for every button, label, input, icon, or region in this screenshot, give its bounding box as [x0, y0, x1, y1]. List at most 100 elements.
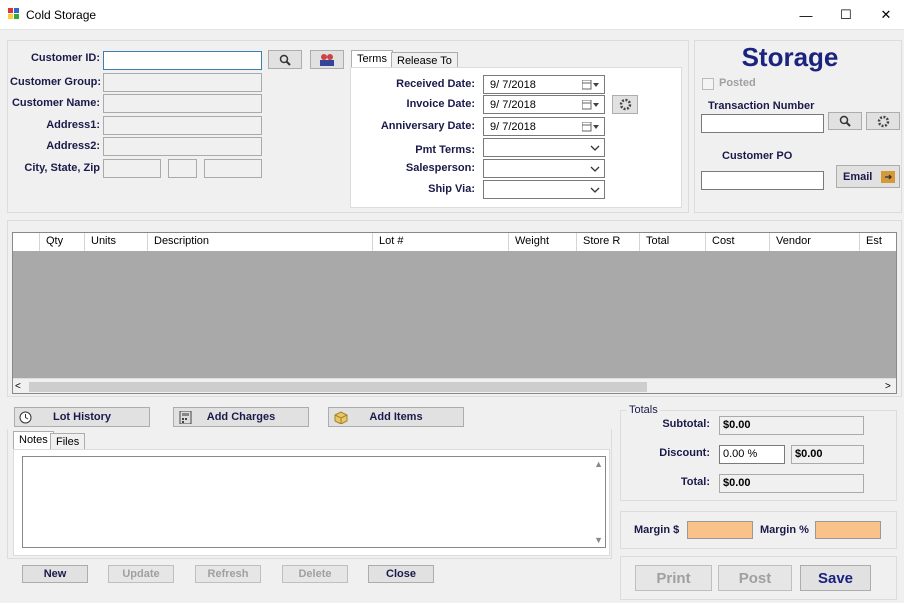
subtotal-label: Subtotal:	[662, 418, 710, 430]
customer-name-field[interactable]	[103, 94, 262, 113]
address1-field[interactable]	[103, 116, 262, 135]
column-header[interactable]: Est	[860, 233, 896, 251]
email-button[interactable]: Email	[836, 165, 900, 188]
transaction-search-button[interactable]	[828, 112, 862, 130]
state-field[interactable]	[168, 159, 197, 178]
column-header[interactable]: Total	[640, 233, 706, 251]
new-button[interactable]: New	[22, 565, 88, 583]
print-button[interactable]: Print	[635, 565, 712, 591]
margin-dollar-field	[687, 521, 753, 539]
app-icon	[8, 8, 19, 19]
save-button[interactable]: Save	[800, 565, 871, 591]
box-icon	[334, 411, 348, 424]
column-header[interactable]: Units	[85, 233, 148, 251]
received-date-value: 9/ 7/2018	[490, 78, 536, 91]
posted-checkbox[interactable]	[702, 78, 714, 90]
users-icon	[320, 53, 334, 66]
minimize-button[interactable]: —	[786, 0, 826, 30]
posted-label: Posted	[719, 77, 756, 89]
add-charges-button[interactable]: Add Charges	[173, 407, 309, 427]
received-date-picker[interactable]: 9/ 7/2018	[483, 75, 605, 94]
grid-header: Qty Units Description Lot # Weight Store…	[13, 233, 896, 251]
scroll-right-icon[interactable]: >	[885, 381, 891, 392]
discount-value: $0.00	[791, 445, 864, 464]
column-header[interactable]: Qty	[40, 233, 85, 251]
ship-via-label: Ship Via:	[428, 183, 475, 195]
customer-po-label: Customer PO	[722, 150, 793, 162]
maximize-button[interactable]: ☐	[826, 0, 866, 30]
anniversary-date-picker[interactable]: 9/ 7/2018	[483, 117, 605, 136]
scroll-up-icon[interactable]: ▲	[594, 459, 603, 469]
title-bar: Cold Storage — ☐ ✕	[0, 0, 904, 30]
column-header[interactable]: Store R	[577, 233, 640, 251]
tab-notes[interactable]: Notes	[13, 431, 54, 450]
subtotal-value: $0.00	[719, 416, 864, 435]
customer-group-field[interactable]	[103, 73, 262, 92]
search-icon	[279, 54, 291, 66]
totals-group-label: Totals	[627, 404, 660, 416]
anniversary-date-label: Anniversary Date:	[380, 120, 475, 132]
storage-heading: Storage	[741, 42, 839, 72]
transaction-number-label: Transaction Number	[708, 100, 815, 112]
address1-label: Address1:	[46, 119, 100, 131]
margin-percent-field	[815, 521, 881, 539]
customer-group-label: Customer Group:	[10, 76, 102, 88]
lot-history-button[interactable]: Lot History	[14, 407, 150, 427]
column-header[interactable]: Description	[148, 233, 373, 251]
customer-po-input[interactable]	[701, 171, 824, 190]
close-window-button[interactable]: ✕	[866, 0, 904, 30]
tab-files[interactable]: Files	[50, 433, 86, 450]
salesperson-select[interactable]	[483, 159, 605, 178]
search-icon	[839, 115, 851, 127]
invoice-date-label: Invoice Date:	[406, 98, 475, 110]
discount-label: Discount:	[659, 447, 710, 459]
customer-search-button[interactable]	[268, 50, 302, 69]
address2-field[interactable]	[103, 137, 262, 156]
notes-textarea[interactable]: ▲ ▼	[22, 456, 606, 548]
transaction-new-button[interactable]	[866, 112, 900, 130]
gear-icon	[619, 98, 631, 111]
invoice-date-value: 9/ 7/2018	[490, 98, 536, 111]
customer-id-input[interactable]	[103, 51, 262, 70]
calendar-dropdown-icon	[582, 100, 599, 110]
customer-id-label: Customer ID:	[30, 52, 100, 64]
clock-icon	[19, 411, 32, 424]
margin-percent-label: Margin %	[760, 524, 809, 536]
window-title: Cold Storage	[26, 8, 97, 22]
tab-release-to[interactable]: Release To	[391, 52, 458, 68]
gear-icon	[877, 115, 889, 127]
update-button[interactable]: Update	[108, 565, 174, 583]
column-header[interactable]: Weight	[509, 233, 577, 251]
delete-button[interactable]: Delete	[282, 565, 348, 583]
add-charges-label: Add Charges	[206, 411, 276, 423]
close-button[interactable]: Close	[368, 565, 434, 583]
column-header[interactable]: Vendor	[770, 233, 860, 251]
city-field[interactable]	[103, 159, 161, 178]
add-items-button[interactable]: Add Items	[328, 407, 464, 427]
discount-percent-input[interactable]: 0.00 %	[719, 445, 785, 464]
tab-terms[interactable]: Terms	[351, 50, 393, 68]
chevron-down-icon	[590, 187, 600, 193]
ship-via-select[interactable]	[483, 180, 605, 199]
scrollbar-thumb[interactable]	[29, 382, 647, 392]
chevron-down-icon	[590, 145, 600, 151]
scroll-left-icon[interactable]: <	[15, 381, 21, 392]
transaction-number-input[interactable]	[701, 114, 824, 133]
zip-field[interactable]	[204, 159, 262, 178]
received-date-label: Received Date:	[396, 78, 475, 90]
column-header[interactable]: Lot #	[373, 233, 509, 251]
invoice-date-picker[interactable]: 9/ 7/2018	[483, 95, 605, 114]
email-label: Email	[843, 170, 873, 183]
column-header[interactable]: Cost	[706, 233, 770, 251]
scroll-down-icon[interactable]: ▼	[594, 535, 603, 545]
pmt-terms-select[interactable]	[483, 138, 605, 157]
horizontal-scrollbar[interactable]: < >	[13, 378, 896, 393]
customer-name-label: Customer Name:	[11, 97, 100, 109]
post-button[interactable]: Post	[718, 565, 792, 591]
refresh-invoice-date-button[interactable]	[612, 95, 638, 114]
row-header-cell	[13, 233, 40, 251]
items-grid[interactable]: Qty Units Description Lot # Weight Store…	[12, 232, 897, 394]
address2-label: Address2:	[46, 140, 100, 152]
customer-lookup-button[interactable]	[310, 50, 344, 69]
refresh-button[interactable]: Refresh	[195, 565, 261, 583]
